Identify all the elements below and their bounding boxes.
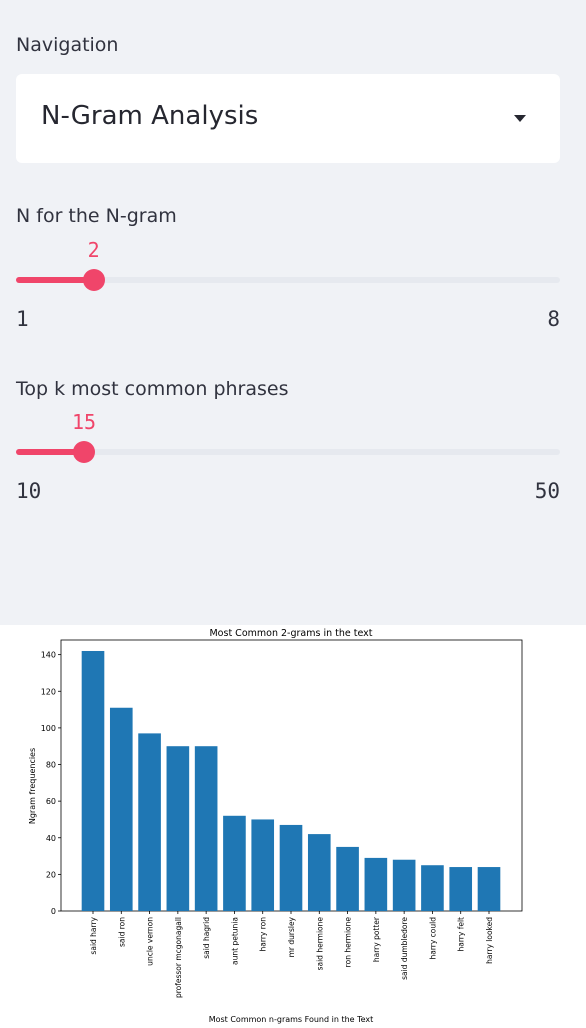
k-slider-label: Top k most common phrases (16, 378, 289, 400)
bar (194, 746, 218, 911)
n-slider-thumb[interactable] (82, 269, 105, 291)
y-tick-label: 100 (41, 724, 56, 733)
n-slider-max: 8 (547, 307, 560, 331)
bar (364, 857, 388, 911)
n-slider-min: 1 (16, 307, 29, 331)
sidebar: Navigation N-Gram Analysis N for the N-g… (0, 0, 586, 625)
bar (223, 815, 246, 911)
y-tick-label: 140 (41, 651, 56, 660)
bar (251, 819, 275, 911)
x-tick-label: harry could (428, 917, 437, 960)
x-tick-label: mr dursley (287, 916, 296, 957)
bar (109, 707, 133, 911)
x-tick-label: said harry (89, 916, 98, 954)
bar (81, 650, 105, 911)
k-slider-max: 50 (534, 479, 560, 503)
chart-y-axis-label: Ngram frequencies (28, 748, 37, 824)
y-tick-label: 20 (46, 870, 56, 879)
n-slider[interactable] (16, 265, 560, 295)
bar (392, 859, 416, 911)
bar-chart: Most Common 2-grams in the text Ngram fr… (28, 628, 523, 1024)
y-tick-label: 40 (46, 834, 56, 843)
y-tick-label: 120 (41, 687, 56, 696)
y-tick-label: 80 (46, 761, 56, 770)
x-tick-label: harry potter (372, 916, 381, 962)
chevron-down-icon (514, 115, 526, 122)
x-tick-label: said dumbledore (400, 917, 409, 980)
bar (279, 824, 303, 911)
k-slider-current-value: 15 (71, 410, 97, 434)
chart-x-axis-label: Most Common n-grams Found in the Text (209, 1015, 374, 1024)
x-tick-label: said hermione (315, 917, 324, 971)
n-slider-current-value: 2 (87, 238, 100, 262)
x-tick-label: said hagrid (202, 917, 211, 959)
y-tick-label: 60 (46, 797, 56, 806)
x-tick-label: ron hermione (344, 917, 353, 968)
chart-area: Most Common 2-grams in the text Ngram fr… (0, 625, 586, 1024)
k-slider-track[interactable] (16, 449, 560, 455)
navigation-selected-value: N-Gram Analysis (41, 101, 259, 131)
x-tick-label: said ron (117, 917, 126, 947)
navigation-select[interactable]: N-Gram Analysis (16, 74, 560, 163)
navigation-label: Navigation (16, 34, 119, 56)
bar (421, 865, 444, 911)
bar (336, 846, 359, 911)
x-tick-label: harry looked (485, 917, 494, 964)
x-tick-label: harry felt (457, 917, 466, 952)
x-tick-label: harry ron (259, 917, 268, 952)
chart-title: Most Common 2-grams in the text (209, 628, 372, 639)
y-tick-label: 0 (51, 907, 56, 916)
k-slider-thumb[interactable] (73, 441, 95, 463)
bar (166, 746, 190, 911)
bar (307, 834, 331, 911)
bar (477, 867, 501, 911)
bar (138, 733, 161, 911)
x-tick-label: aunt petunia (230, 917, 239, 965)
x-tick-label: professor mcgonagall (174, 917, 183, 998)
k-slider[interactable] (16, 437, 560, 467)
x-tick-label: uncle vernon (146, 917, 155, 966)
bar (449, 867, 473, 911)
k-slider-min: 10 (16, 479, 42, 503)
n-slider-label: N for the N-gram (16, 205, 177, 227)
